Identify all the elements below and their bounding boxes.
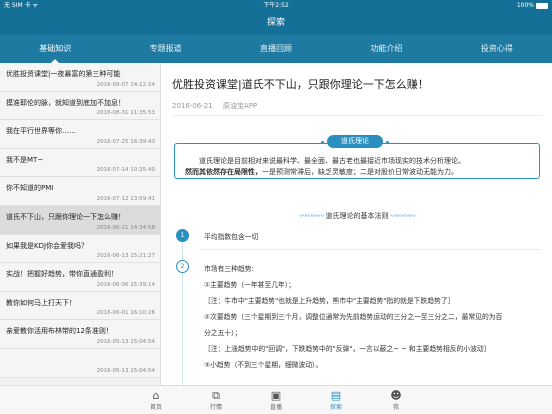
bottom-tab-home[interactable]: ⌂ 首页 [126,386,186,414]
list-item-title: 教你如何马上打天下！ [6,298,76,307]
bottom-tab-label: 我 [392,404,399,411]
nav-title: 探索 [0,11,552,35]
list-item-title: 摸准耶伦的脉，就知道到底加不加息！ [6,98,125,107]
divider [200,249,542,250]
clock-label: 下午2:52 [263,2,289,9]
list-item[interactable]: 亲爱教你活用布林带的12条准则！ 2016-05-13 15:04:54 [0,320,160,349]
section-heading-text: 道氏理论的基本法则 [325,212,389,220]
list-item-date: 2016-06-21 14:34:58 [96,224,155,231]
bottom-tab-me[interactable]: ☻ 我 [366,386,426,414]
bottom-tab-explore[interactable]: ▤ 探索 [306,386,366,414]
article-content: 优胜投资课堂|道氏不下山，只跟你理论一下怎么赚！ 2016-06-21 原油宝A… [162,63,552,385]
list-item-selected[interactable]: 道氏不下山，只跟你理论一下怎么赚！ 2016-06-21 14:34:58 [0,205,160,235]
list-item-title: 我在平行世界等你…… [6,127,76,136]
wave-decoration-left: 〰〰〰〰 [299,212,324,220]
wave-decoration-right: 〰〰〰〰 [390,212,416,220]
list-item-title: 你不知道的PMI [6,184,54,193]
bottom-tab-label: 探索 [329,404,342,411]
bottom-tab-market[interactable]: ⧉ 行情 [186,386,246,414]
intro-text-line: 然而其依然存在局限性，一是预测常滞后，缺乏灵敏度；二是对股价日常波动无能为力。 [185,167,531,177]
timeline-line [182,229,183,385]
battery-icon [536,2,548,9]
intro-tag: 道氏理论 [321,135,389,148]
intro-text-line: 道氏理论是目前相对来说最科学、最全面、最古老也最接近市场现实的技术分析理论。 [199,157,465,165]
tab-basics[interactable]: 基础知识 [0,35,110,63]
list-item[interactable]: 你不知道的PMI 2016-07-12 13:59:41 [0,177,160,206]
list-item[interactable]: 2016-05-13 15:04:54 [0,348,160,378]
home-icon: ⌂ [152,389,160,402]
step-text: ［注：上涨趋势中的"回调"，下跌趋势中的"反弹"，一言以蔽之~ ~ 和主要趋势相… [204,345,491,353]
article-date: 2016-06-21 [172,102,213,110]
step-number-badge: 1 [176,229,189,242]
bottom-tab-live[interactable]: ▣ 直播 [246,386,306,414]
bottom-tab-label: 首页 [149,404,162,411]
chart-icon: ⧉ [212,389,220,402]
step-text: 市场有三种趋势: [204,265,254,273]
divider [172,115,542,116]
step-text: ②次要趋势（三个星期到三个月，调整位通常为先前趋势运动的三分之一至三分之二，最常… [204,313,503,321]
tab-special-reports[interactable]: 专题报道 [110,35,220,63]
list-item-date: 2016-05-13 15:04:54 [96,367,155,374]
intro-rest-text: 一是预测常滞后，缺乏灵敏度；二是对股价日常波动无能为力。 [262,168,458,176]
list-item-date: 2016-07-25 16:39:43 [96,138,155,145]
step-text: 平均指数包含一切 [204,233,259,241]
list-item-date: 2016-05-13 15:04:54 [96,338,155,345]
list-item-title: 道氏不下山，只跟你理论一下怎么赚！ [6,212,125,221]
battery-percent: 100% [516,2,534,9]
section-heading: 〰〰〰〰 道氏理论的基本法则 〰〰〰〰 [162,211,552,221]
list-item-date: 2016-06-13 15:21:27 [96,253,155,260]
list-item-title: 优胜投资课堂|一夜暴富的第三种可能 [6,70,121,78]
article-title: 优胜投资课堂|道氏不下山，只跟你理论一下怎么赚！ [172,78,429,91]
list-item[interactable]: 实战！把握好趋势，带你直通盈利！ 2016-06-06 15:39:14 [0,263,160,292]
list-item[interactable]: 摸准耶伦的脉，就知道到底加不加息！ 2016-08-31 11:35:53 [0,91,160,121]
list-item-date: 2016-09-07 14:12:24 [96,81,155,88]
list-item-date: 2016-07-14 10:25:40 [96,167,155,174]
intro-box: 道氏理论是目前相对来说最科学、最全面、最古老也最接近市场现实的技术分析理论。 然… [174,143,540,179]
list-item[interactable]: 如果我是KDJ你会爱我吗？ 2016-06-13 15:21:27 [0,234,160,264]
status-bar: 无 SIM 卡 ᯤ 下午2:52 100% [0,0,552,11]
list-item-title: 如果我是KDJ你会爱我吗？ [6,241,89,250]
article-list: 优胜投资课堂|一夜暴富的第三种可能 2016-09-07 14:12:24 摸准… [0,63,161,385]
step-text: 分之五十）； [204,329,242,337]
step-text: ③小趋势（不到三个星期，细微波动）。 [204,361,323,369]
step-text: ［注：牛市中"主要趋势"也就是上升趋势，熊市中"主要趋势"指的就是下跌趋势了］ [204,297,455,305]
list-item-title: 亲爱教你活用布林带的12条准则！ [6,327,113,336]
battery-indicator: 100% [517,0,548,11]
tab-investment-insights[interactable]: 投资心得 [442,35,552,63]
bottom-tab-label: 行情 [209,404,222,411]
bottom-tab-label: 直播 [269,404,282,411]
article-meta: 2016-06-21 原油宝APP [172,101,257,111]
intro-bold-text: 然而其依然存在局限性， [185,168,262,176]
list-item[interactable]: 优胜投资课堂|一夜暴富的第三种可能 2016-09-07 14:12:24 [0,63,160,92]
step-text: ①主要趋势（一年甚至几年）； [204,281,296,289]
list-item-date: 2016-07-12 13:59:41 [96,195,155,202]
list-item-title: 我不是MT~ [6,155,44,164]
step-number-badge: 2 [176,260,189,273]
list-item-date: 2016-08-31 11:35:53 [96,110,155,117]
tab-live-review[interactable]: 直播回顾 [221,35,331,63]
list-item-date: 2016-06-06 15:39:14 [96,281,155,288]
list-item[interactable]: 我不是MT~ 2016-07-14 10:25:40 [0,148,160,178]
article-source: 原油宝APP [222,102,258,110]
bottom-tab-bar: ⌂ 首页 ⧉ 行情 ▣ 直播 ▤ 探索 ☻ 我 [0,385,552,414]
list-item[interactable]: 教你如何马上打天下！ 2016-06-01 16:10:26 [0,291,160,321]
list-item-date: 2016-06-01 16:10:26 [96,310,155,317]
category-tab-bar: 基础知识 专题报道 直播回顾 功能介绍 投资心得 [0,35,552,63]
list-item[interactable]: 我在平行世界等你…… 2016-07-25 16:39:43 [0,120,160,149]
tv-icon: ▣ [270,389,282,402]
tab-feature-intro[interactable]: 功能介绍 [331,35,441,63]
user-icon: ☻ [390,389,402,402]
explore-icon: ▤ [330,389,342,402]
list-item-title: 实战！把握好趋势，带你直通盈利！ [6,270,118,279]
